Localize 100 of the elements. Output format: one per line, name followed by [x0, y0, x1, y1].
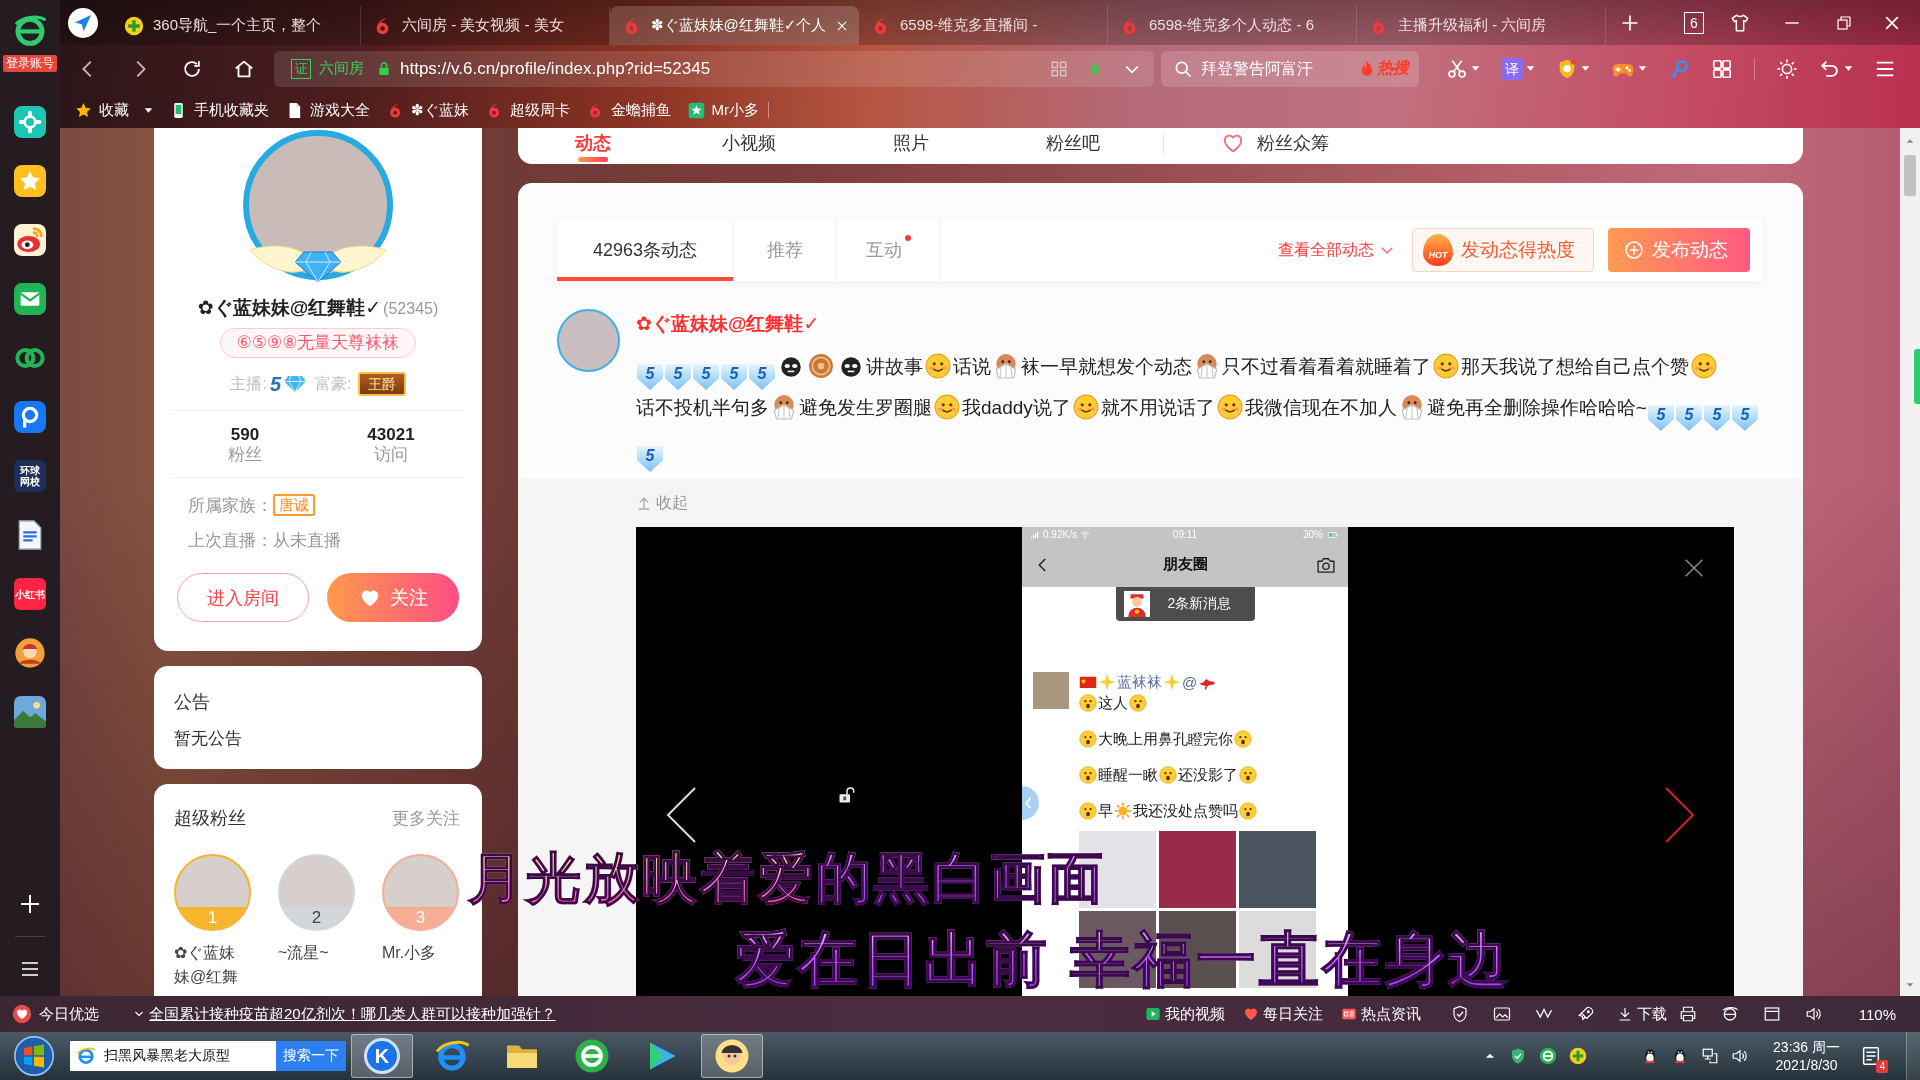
app-logo[interactable]: 小红书 [14, 578, 46, 610]
anchor-label: 主播: [230, 373, 267, 394]
grid-icon[interactable] [1711, 57, 1733, 80]
browser-e-icon [76, 1046, 96, 1066]
feed-tab[interactable]: 42963条动态 [557, 219, 734, 281]
title-tag: ⑥⑤⑨⑧无量天尊袜袜 [219, 328, 417, 358]
stat-label: 粉丝 [228, 445, 262, 465]
bookmark-item[interactable]: Mr小多 [687, 100, 760, 120]
login-button[interactable]: 登录账号 [3, 55, 57, 72]
taskbar-button[interactable]: K [351, 1034, 413, 1078]
nav-tab[interactable]: 照片 [830, 128, 992, 162]
image-icon[interactable] [1492, 1005, 1511, 1023]
zoom-level[interactable]: 110% [1858, 1005, 1896, 1023]
app-logo[interactable]: 环球网校 [14, 460, 46, 492]
certificate-badge: 证 [291, 58, 311, 79]
browser-tab[interactable]: 六间房 - 美女视频 - 美女 [361, 6, 610, 45]
stat-value: 590 [230, 425, 260, 445]
status-link[interactable]: 热点资讯 [1340, 1004, 1421, 1024]
fan-name: Mr.小多 [382, 943, 438, 963]
today-picks-link[interactable]: 今日优选 [12, 1004, 99, 1024]
plus-circle-icon[interactable] [1569, 1047, 1588, 1065]
speaker-icon[interactable] [1804, 1005, 1823, 1023]
globe-logo-icon[interactable] [1720, 1005, 1739, 1023]
nav-tab[interactable]: 粉丝众筹 [1222, 128, 1329, 162]
enter-room-button[interactable]: 进入房间 [177, 573, 309, 622]
status-link[interactable]: 我的视频 [1144, 1004, 1225, 1024]
game-character-icon[interactable] [14, 637, 46, 669]
nav-tab[interactable]: 小视频 [668, 128, 830, 162]
globe-logo-icon[interactable] [13, 13, 47, 47]
bookmark-item[interactable]: 超级周卡 [485, 100, 570, 120]
search-field[interactable]: 扫黑风暴黑老大原型 [70, 1041, 276, 1071]
bookmark-item[interactable]: 金蟾捕鱼 [586, 100, 671, 120]
browser-tab[interactable]: 6598-维克多直播间 - [859, 6, 1108, 45]
poster-name: 蓝袜袜 [1117, 672, 1162, 692]
add-icon[interactable] [18, 892, 42, 916]
address-bar[interactable]: 证 六间房 https://v.6.cn/profile/index.php?rid=52345 [274, 50, 1154, 87]
tab-count-button[interactable]: 6 [1684, 11, 1704, 34]
browser-tab[interactable]: 主播升级福利 - 六间房 [1357, 6, 1606, 45]
view-all-link[interactable]: 查看全部动态 [1278, 239, 1396, 261]
caret-down-icon[interactable] [144, 105, 153, 115]
moment-text: 这人 [1098, 693, 1128, 713]
envelope-tile-icon[interactable] [14, 283, 46, 315]
smiley-icon [1216, 394, 1243, 420]
close-icon[interactable] [1684, 558, 1704, 578]
browser-tab[interactable]: 360导航_一个主页，整个 [112, 6, 361, 45]
level-badge: 5 [637, 364, 663, 390]
cross-tile-icon[interactable] [14, 106, 46, 138]
scrollbar-thumb[interactable] [1904, 155, 1916, 196]
post-text: 话不投机半句多 [636, 397, 769, 418]
rocket-icon[interactable] [1576, 1005, 1595, 1023]
plus-circle-icon [124, 15, 144, 36]
fan-emoji-icon [993, 353, 1019, 379]
chevron-left-icon[interactable] [665, 786, 697, 844]
eye-logo-icon[interactable] [14, 224, 46, 256]
start-button-icon[interactable] [14, 1036, 54, 1076]
window-icon[interactable] [1762, 1005, 1781, 1023]
moment-text: 还没影了 [1178, 765, 1238, 785]
clock-date[interactable]: 2021/8/30 [1775, 1056, 1838, 1074]
landscape-icon[interactable] [14, 696, 46, 728]
translate-button[interactable]: 译 [1501, 57, 1523, 80]
post-text: 就不用说话了 [1100, 397, 1215, 418]
shield-icon[interactable] [1450, 1005, 1469, 1023]
post-text: 话说 [953, 356, 991, 377]
printer-icon[interactable] [1678, 1005, 1697, 1023]
rank-badge: 王爵 [357, 372, 406, 396]
side-handle[interactable] [1914, 349, 1920, 404]
moment-text: 睡醒一瞅 [1098, 765, 1158, 785]
post-text: 袜一早就想发个动态 [1021, 356, 1192, 377]
clock-time[interactable]: 23:36 周一 [1773, 1038, 1840, 1056]
stat-value: 43021 [367, 425, 415, 445]
bookmark-item[interactable]: 游戏大全 [286, 100, 370, 120]
padlock-icon[interactable] [838, 786, 856, 804]
nav-tab[interactable]: 动态 [518, 128, 668, 162]
browser-logo-icon[interactable] [1539, 1047, 1558, 1065]
signal-icon [1030, 529, 1040, 540]
chevron-right-icon[interactable] [1664, 786, 1696, 844]
scrollbar[interactable] [1900, 128, 1920, 996]
status-link[interactable]: 每日关注 [1242, 1004, 1323, 1024]
browser-tab[interactable]: ✽ぐ蓝妹妹@红舞鞋✓个人 [610, 6, 859, 45]
taskbar-button[interactable] [701, 1034, 763, 1078]
bubble-tile-icon[interactable] [14, 401, 46, 433]
star-tile-icon[interactable] [14, 165, 46, 197]
browser-tab[interactable]: 6598-维克多个人动态 - 6 [1108, 6, 1357, 45]
star-tile-icon [687, 101, 705, 119]
search-button[interactable]: 搜索一下 [276, 1041, 346, 1071]
bookmark-item[interactable]: 手机收藏夹 [170, 100, 269, 120]
bookmark-item[interactable]: 收藏 [75, 100, 153, 120]
download-link[interactable]: 下载 [1616, 1004, 1667, 1024]
show-desktop-button[interactable] [1906, 1032, 1920, 1080]
level-badge: 5 [1647, 405, 1674, 431]
brightness-icon[interactable] [1776, 57, 1798, 80]
restore-icon[interactable] [1835, 13, 1853, 32]
network-icon[interactable] [1701, 1047, 1720, 1065]
fan-avatar[interactable]: 2 [278, 854, 355, 931]
nav-tab[interactable]: 粉丝吧 [992, 128, 1154, 162]
profile-name: ✿ぐ蓝妹妹@红舞鞋✓ [197, 296, 382, 320]
post-text: 避免发生罗圈腿 [799, 397, 932, 418]
speaker-icon[interactable] [1731, 1047, 1750, 1065]
news-headline-link[interactable]: 全国累计接种疫苗超20亿剂次！哪几类人群可以接种加强针？ [133, 1004, 556, 1024]
bookmark-item[interactable]: ✽ぐ蓝妹 [387, 100, 469, 120]
